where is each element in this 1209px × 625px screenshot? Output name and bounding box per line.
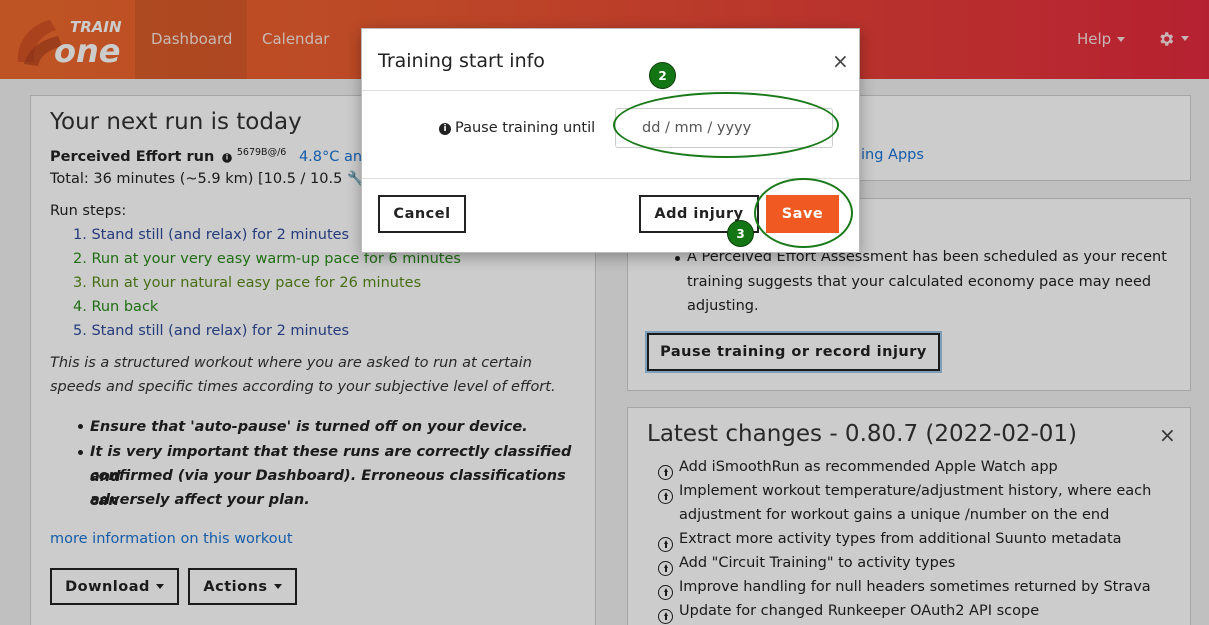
- modal-divider: [362, 178, 859, 179]
- annotation-circle-date: [613, 92, 839, 158]
- pause-training-label: i Pause training until: [439, 120, 595, 136]
- annotation-circle-save: [754, 178, 853, 248]
- cancel-button[interactable]: Cancel: [378, 195, 466, 233]
- annotation-badge-2: 2: [649, 62, 676, 89]
- close-icon[interactable]: ×: [832, 49, 849, 73]
- modal-title: Training start info: [378, 50, 545, 72]
- annotation-badge-3: 3: [727, 220, 754, 247]
- modal-header: Training start info ×: [362, 29, 859, 91]
- info-icon: i: [439, 123, 451, 135]
- pause-training-label-text: Pause training until: [455, 120, 596, 136]
